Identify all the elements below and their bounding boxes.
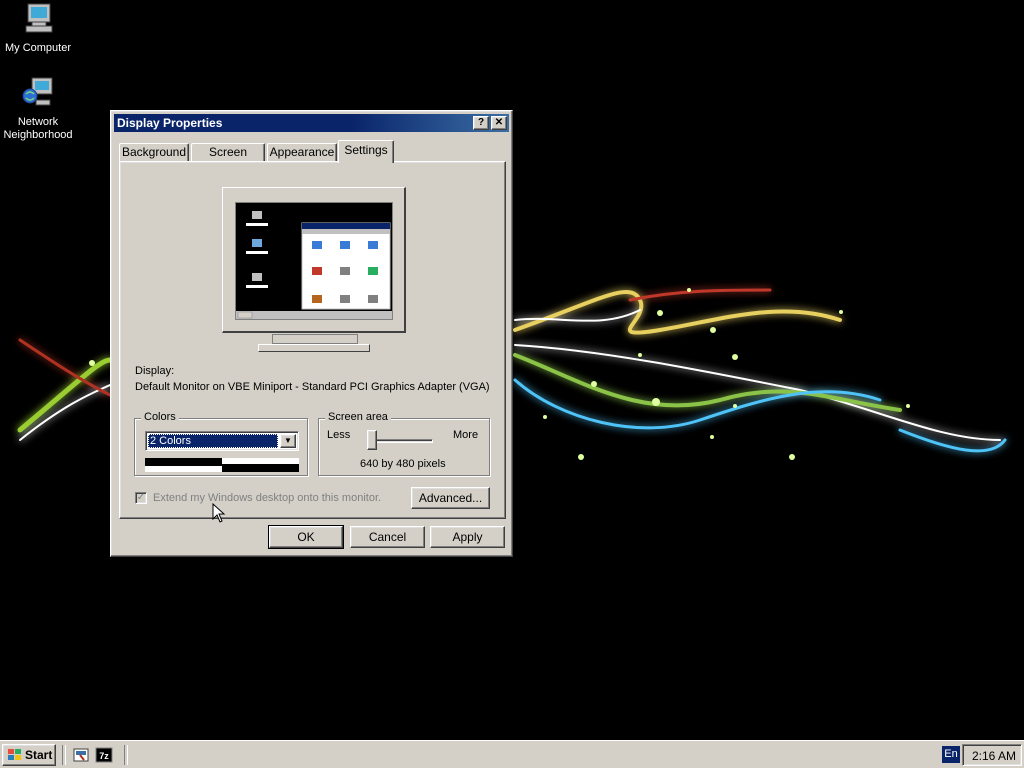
tab-settings[interactable]: Settings bbox=[338, 140, 394, 163]
less-label: Less bbox=[327, 429, 351, 441]
monitor-base bbox=[258, 344, 370, 352]
extend-desktop-label: Extend my Windows desktop onto this moni… bbox=[153, 492, 382, 504]
tab-appearance[interactable]: Appearance bbox=[267, 143, 337, 162]
more-label: More bbox=[453, 429, 479, 441]
screen-area-legend: Screen area bbox=[325, 411, 391, 423]
monitor-neck bbox=[272, 334, 358, 344]
computer-icon bbox=[25, 3, 53, 33]
quicklaunch-separator bbox=[124, 745, 128, 765]
extend-desktop-checkbox[interactable]: ✓ bbox=[135, 492, 147, 504]
monitor-preview bbox=[222, 187, 406, 352]
display-adapter-text: Default Monitor on VBE Miniport - Standa… bbox=[135, 381, 490, 393]
close-button[interactable]: ✕ bbox=[491, 116, 507, 130]
network-label-line1: Network bbox=[17, 116, 59, 128]
resolution-slider-thumb[interactable] bbox=[367, 430, 377, 450]
tab-settings-label: Settings bbox=[344, 143, 388, 157]
ok-button[interactable]: OK bbox=[268, 525, 344, 549]
show-desktop-icon[interactable] bbox=[72, 746, 90, 764]
resolution-text: 640 by 480 pixels bbox=[360, 458, 446, 470]
help-icon: ? bbox=[477, 117, 485, 128]
settings-panel: Display: Default Monitor on VBE Miniport… bbox=[119, 161, 506, 519]
desktop: My Computer Network Neighborhood Display… bbox=[0, 0, 1024, 740]
window-title: Display Properties bbox=[117, 116, 223, 130]
advanced-button-label: Advanced... bbox=[418, 491, 483, 505]
my-computer-label: My Computer bbox=[4, 42, 72, 54]
clock[interactable]: 2:16 AM bbox=[972, 749, 1016, 763]
mouse-cursor-icon bbox=[212, 503, 226, 523]
taskbar: Start 7z En 2:16 AM bbox=[0, 740, 1024, 768]
apply-button-label: Apply bbox=[452, 530, 483, 544]
cancel-button[interactable]: Cancel bbox=[350, 526, 425, 548]
desktop-preview-image bbox=[236, 203, 392, 319]
title-bar[interactable]: Display Properties ? ✕ bbox=[114, 114, 509, 132]
colors-legend: Colors bbox=[141, 411, 179, 423]
language-indicator[interactable]: En bbox=[942, 746, 960, 763]
windows-logo-icon bbox=[8, 749, 21, 760]
colors-group: Colors 2 Colors ▼ bbox=[134, 411, 308, 476]
color-depth-preview bbox=[145, 458, 299, 472]
network-neighborhood-desktop-icon[interactable]: Network Neighborhood bbox=[0, 76, 76, 142]
start-label: Start bbox=[25, 748, 53, 762]
ok-button-label: OK bbox=[297, 530, 315, 544]
tab-background[interactable]: Background bbox=[119, 143, 189, 162]
tab-background-label: Background bbox=[121, 145, 187, 159]
taskbar-separator bbox=[62, 745, 66, 765]
7zip-icon[interactable]: 7z bbox=[95, 746, 113, 764]
screen-area-group: Screen area Less More 640 by 480 pixels bbox=[318, 411, 490, 476]
monitor-frame bbox=[222, 187, 406, 333]
display-properties-window: Display Properties ? ✕ Background Screen… bbox=[110, 110, 513, 557]
start-button[interactable]: Start bbox=[2, 744, 56, 766]
close-icon: ✕ bbox=[494, 117, 504, 128]
cancel-button-label: Cancel bbox=[368, 530, 407, 544]
tab-screen-saver[interactable]: Screen Saver bbox=[191, 143, 265, 176]
my-computer-desktop-icon[interactable]: My Computer bbox=[0, 2, 76, 55]
advanced-button[interactable]: Advanced... bbox=[411, 487, 490, 509]
network-icon bbox=[22, 77, 53, 106]
chevron-down-icon[interactable]: ▼ bbox=[280, 434, 296, 448]
colors-selected-value: 2 Colors bbox=[148, 434, 278, 448]
monitor-screen bbox=[235, 202, 393, 320]
display-label: Display: bbox=[135, 365, 175, 377]
system-tray: 2:16 AM bbox=[962, 744, 1022, 766]
colors-dropdown[interactable]: 2 Colors ▼ bbox=[145, 431, 299, 451]
apply-button[interactable]: Apply bbox=[430, 526, 505, 548]
svg-text:7z: 7z bbox=[99, 751, 109, 761]
network-label-line2: Neighborhood bbox=[3, 129, 73, 141]
tab-appearance-label: Appearance bbox=[269, 145, 335, 159]
help-button[interactable]: ? bbox=[473, 116, 489, 130]
